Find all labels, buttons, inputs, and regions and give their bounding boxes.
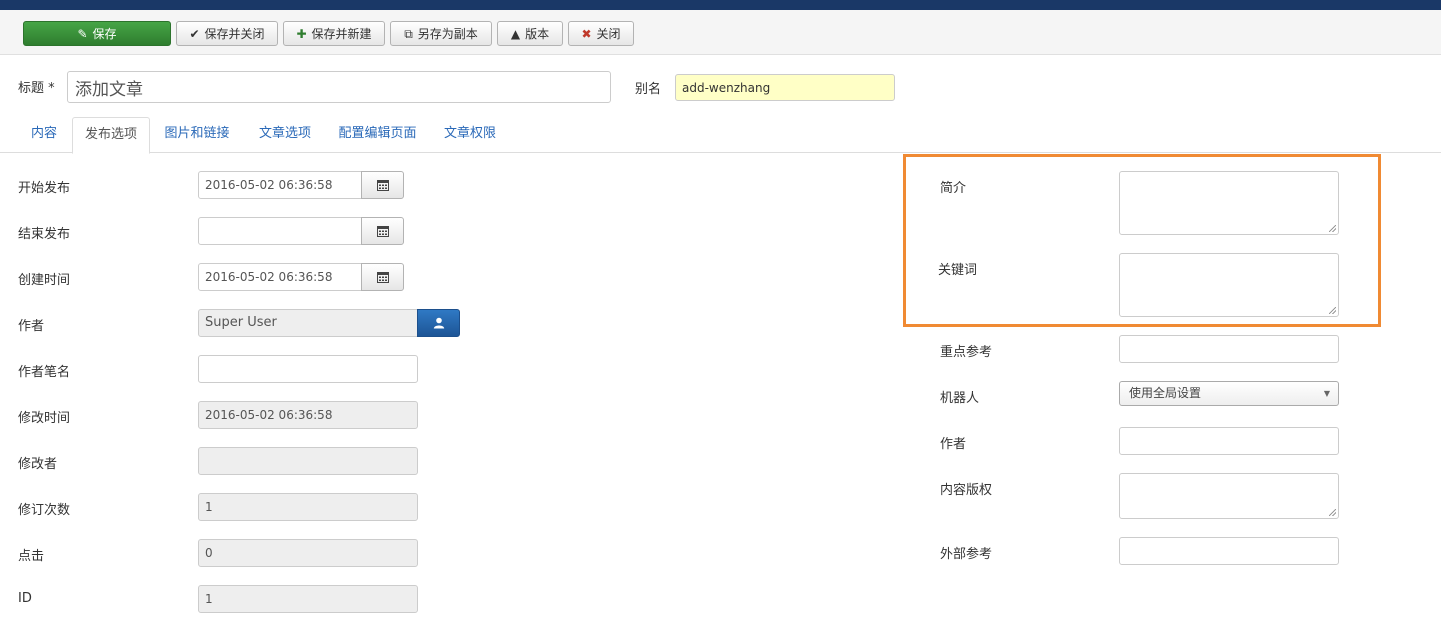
publish-down-input[interactable] bbox=[198, 217, 362, 245]
tab-images-links[interactable]: 图片和链接 bbox=[156, 117, 238, 153]
created-by-label: 作者 bbox=[18, 319, 45, 334]
version-label: 修订次数 bbox=[18, 503, 71, 518]
hits-input: 0 bbox=[198, 539, 418, 567]
tab-article-options[interactable]: 文章选项 bbox=[250, 117, 320, 153]
archive-icon: ▲ bbox=[510, 26, 521, 41]
robots-selected-value: 使用全局设置 bbox=[1129, 386, 1202, 400]
save-button[interactable]: ✎ 保存 bbox=[23, 21, 171, 46]
author-meta-input[interactable] bbox=[1119, 427, 1339, 455]
created-input[interactable]: 2016-05-02 06:36:58 bbox=[198, 263, 362, 291]
tab-content[interactable]: 内容 bbox=[18, 117, 70, 153]
rights-label: 内容版权 bbox=[940, 483, 993, 498]
save-copy-button[interactable]: ⧉ 另存为副本 bbox=[390, 21, 492, 46]
save-copy-label: 另存为副本 bbox=[417, 27, 478, 41]
modified-by-label: 修改者 bbox=[18, 457, 58, 472]
select-user-button[interactable] bbox=[417, 309, 460, 337]
modified-input: 2016-05-02 06:36:58 bbox=[198, 401, 418, 429]
edit-icon: ✎ bbox=[77, 26, 88, 41]
highlight-annotation-box bbox=[903, 154, 1381, 327]
hits-label: 点击 bbox=[18, 549, 45, 564]
save-label: 保存 bbox=[92, 27, 117, 41]
calendar-icon bbox=[376, 272, 389, 283]
publish-up-input[interactable]: 2016-05-02 06:36:58 bbox=[198, 171, 362, 199]
resize-handle[interactable] bbox=[1329, 509, 1336, 516]
tab-bar: 内容 发布选项 图片和链接 文章选项 配置编辑页面 文章权限 bbox=[0, 117, 1441, 154]
toolbar: ✎ 保存 ✔ 保存并关闭 ✚ 保存并新建 ⧉ 另存为副本 ▲ 版本 ✖ 关闭 bbox=[0, 10, 1441, 55]
id-label: ID bbox=[18, 591, 32, 606]
alias-label: 别名 bbox=[635, 82, 662, 97]
title-input[interactable] bbox=[67, 71, 611, 103]
plus-icon: ✚ bbox=[296, 26, 307, 41]
calendar-icon bbox=[376, 180, 389, 191]
save-new-label: 保存并新建 bbox=[311, 27, 372, 41]
caret-down-icon: ▼ bbox=[1323, 389, 1330, 398]
versions-button[interactable]: ▲ 版本 bbox=[497, 21, 563, 46]
publish-up-label: 开始发布 bbox=[18, 181, 71, 196]
publish-down-label: 结束发布 bbox=[18, 227, 71, 242]
user-icon bbox=[433, 317, 444, 329]
robots-label: 机器人 bbox=[940, 391, 980, 406]
xreference-input[interactable] bbox=[1119, 335, 1339, 363]
created-label: 创建时间 bbox=[18, 273, 71, 288]
calendar-icon bbox=[376, 226, 389, 237]
close-label: 关闭 bbox=[596, 27, 621, 41]
publish-down-calendar-button[interactable] bbox=[361, 217, 404, 245]
created-calendar-button[interactable] bbox=[361, 263, 404, 291]
author-meta-label: 作者 bbox=[940, 437, 967, 452]
save-close-label: 保存并关闭 bbox=[204, 27, 265, 41]
robots-select[interactable]: 使用全局设置 ▼ bbox=[1119, 381, 1339, 406]
tab-edit-screen[interactable]: 配置编辑页面 bbox=[330, 117, 425, 153]
xreference-label: 重点参考 bbox=[940, 345, 993, 360]
admin-top-bar bbox=[0, 0, 1441, 10]
rights-textarea[interactable] bbox=[1119, 473, 1339, 519]
modified-label: 修改时间 bbox=[18, 411, 71, 426]
close-circle-icon: ✖ bbox=[581, 26, 592, 41]
created-by-alias-input[interactable] bbox=[198, 355, 418, 383]
tab-permissions[interactable]: 文章权限 bbox=[436, 117, 504, 153]
created-by-input: Super User bbox=[198, 309, 418, 337]
tab-publishing[interactable]: 发布选项 bbox=[72, 117, 150, 154]
external-ref-input[interactable] bbox=[1119, 537, 1339, 565]
id-input: 1 bbox=[198, 585, 418, 613]
publish-up-calendar-button[interactable] bbox=[361, 171, 404, 199]
versions-label: 版本 bbox=[525, 27, 550, 41]
check-icon: ✔ bbox=[189, 26, 200, 41]
save-close-button[interactable]: ✔ 保存并关闭 bbox=[176, 21, 278, 46]
version-input: 1 bbox=[198, 493, 418, 521]
created-by-alias-label: 作者笔名 bbox=[18, 365, 71, 380]
copy-icon: ⧉ bbox=[404, 26, 413, 41]
title-label: 标题 * bbox=[18, 81, 55, 96]
save-new-button[interactable]: ✚ 保存并新建 bbox=[283, 21, 385, 46]
modified-by-input bbox=[198, 447, 418, 475]
close-button[interactable]: ✖ 关闭 bbox=[568, 21, 634, 46]
external-ref-label: 外部参考 bbox=[940, 547, 993, 562]
alias-input[interactable] bbox=[675, 74, 895, 101]
